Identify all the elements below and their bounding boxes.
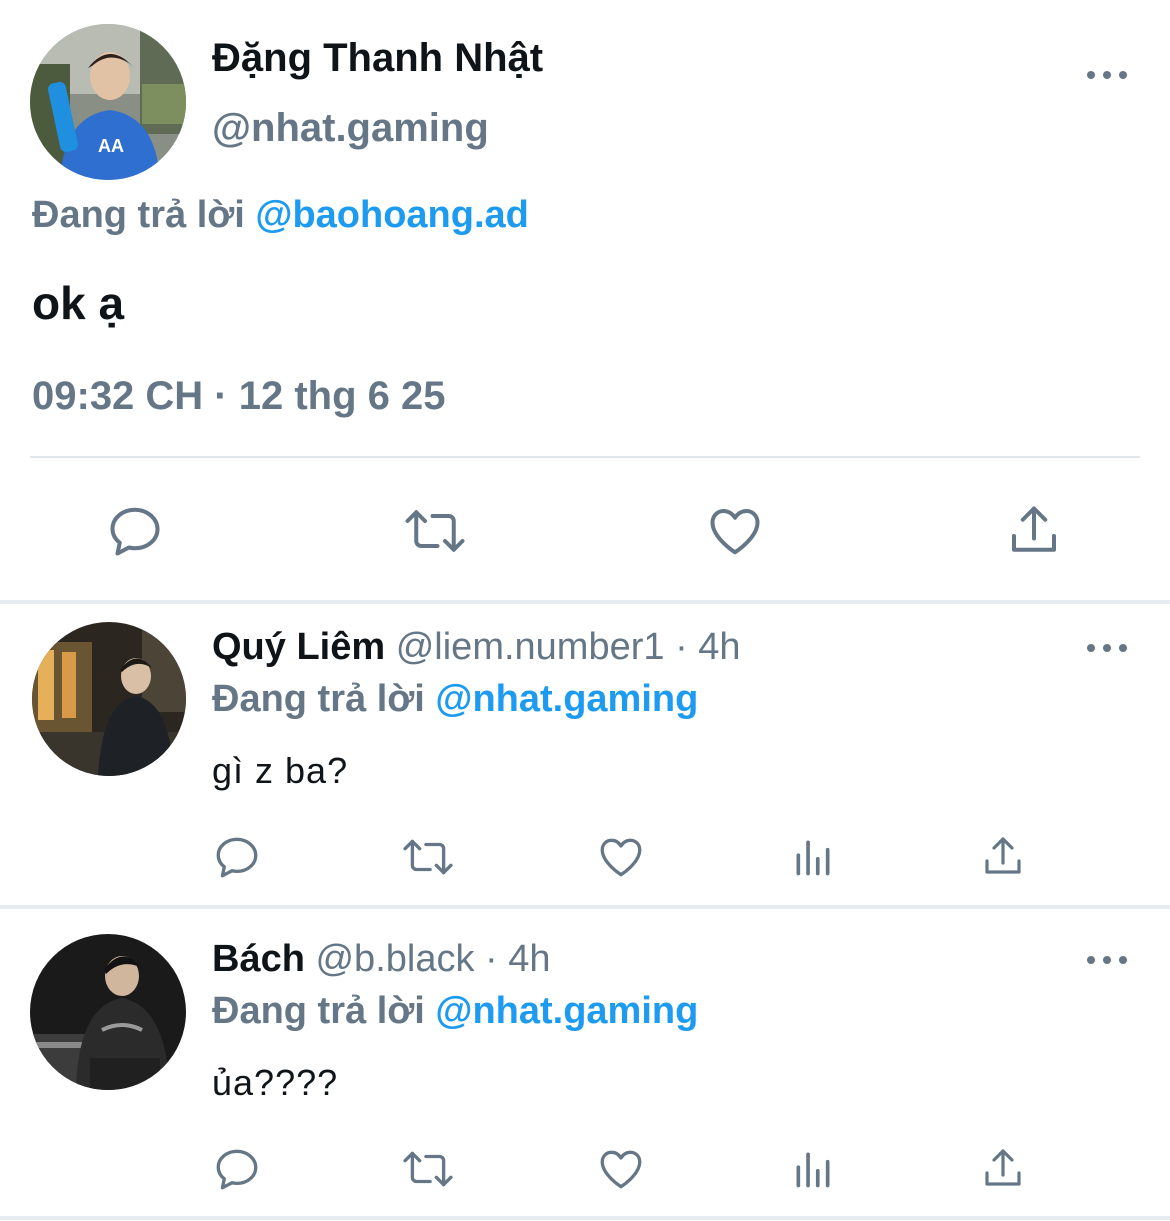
like-icon[interactable] <box>594 830 648 884</box>
reply-text: gì z ba? <box>212 750 349 791</box>
replying-to-label: Đang trả lời <box>32 194 245 236</box>
retweet-icon[interactable] <box>398 496 472 566</box>
share-icon[interactable] <box>998 496 1070 566</box>
like-icon[interactable] <box>594 1142 648 1196</box>
avatar[interactable] <box>30 934 186 1090</box>
reply-header: Bách @b.black · 4h <box>212 938 551 981</box>
analytics-icon[interactable] <box>786 1142 840 1196</box>
replying-to-label: Đang trả lời <box>212 678 425 720</box>
reply-time[interactable]: 4h <box>698 626 740 668</box>
reply-icon[interactable] <box>100 496 170 566</box>
reply-display-name[interactable]: Bách <box>212 938 305 980</box>
retweet-icon[interactable] <box>398 830 458 884</box>
replying-to-line: Đang trả lời @nhat.gaming <box>212 990 698 1033</box>
replying-to-line: Đang trả lời @nhat.gaming <box>212 678 698 721</box>
avatar[interactable]: AA <box>30 24 186 180</box>
share-icon[interactable] <box>976 830 1030 884</box>
replying-to-mention[interactable]: @nhat.gaming <box>435 990 698 1032</box>
reply-icon[interactable] <box>210 1142 264 1196</box>
reply-handle[interactable]: @b.black <box>315 938 474 980</box>
replying-to-line: Đang trả lời @baohoang.ad <box>32 194 529 237</box>
more-options-icon[interactable] <box>1087 953 1127 967</box>
tweet-text: ok ạ <box>32 277 125 329</box>
section-divider <box>0 600 1170 604</box>
reply-text: ủa???? <box>212 1062 339 1103</box>
reply-header: Quý Liêm @liem.number1 · 4h <box>212 626 741 669</box>
section-divider <box>0 1216 1170 1220</box>
replying-to-label: Đang trả lời <box>212 990 425 1032</box>
divider <box>30 456 1140 458</box>
reply-display-name[interactable]: Quý Liêm <box>212 626 385 668</box>
separator-dot: · <box>485 938 498 980</box>
retweet-icon[interactable] <box>398 1142 458 1196</box>
replying-to-mention[interactable]: @nhat.gaming <box>435 678 698 720</box>
svg-text:AA: AA <box>98 136 124 156</box>
reply-icon[interactable] <box>210 830 264 884</box>
tweet-timestamp[interactable]: 09:32 CH · 12 thg 6 25 <box>32 374 446 419</box>
author-handle[interactable]: @nhat.gaming <box>212 106 489 151</box>
replying-to-mention[interactable]: @baohoang.ad <box>255 194 529 236</box>
section-divider <box>0 905 1170 909</box>
avatar[interactable] <box>32 622 186 776</box>
share-icon[interactable] <box>976 1142 1030 1196</box>
more-options-icon[interactable] <box>1087 641 1127 655</box>
more-options-icon[interactable] <box>1087 68 1127 82</box>
analytics-icon[interactable] <box>786 830 840 884</box>
like-icon[interactable] <box>700 496 770 566</box>
separator-dot: · <box>675 626 688 668</box>
reply-time[interactable]: 4h <box>508 938 550 980</box>
reply-handle[interactable]: @liem.number1 <box>396 626 665 668</box>
author-display-name[interactable]: Đặng Thanh Nhật <box>212 36 543 81</box>
